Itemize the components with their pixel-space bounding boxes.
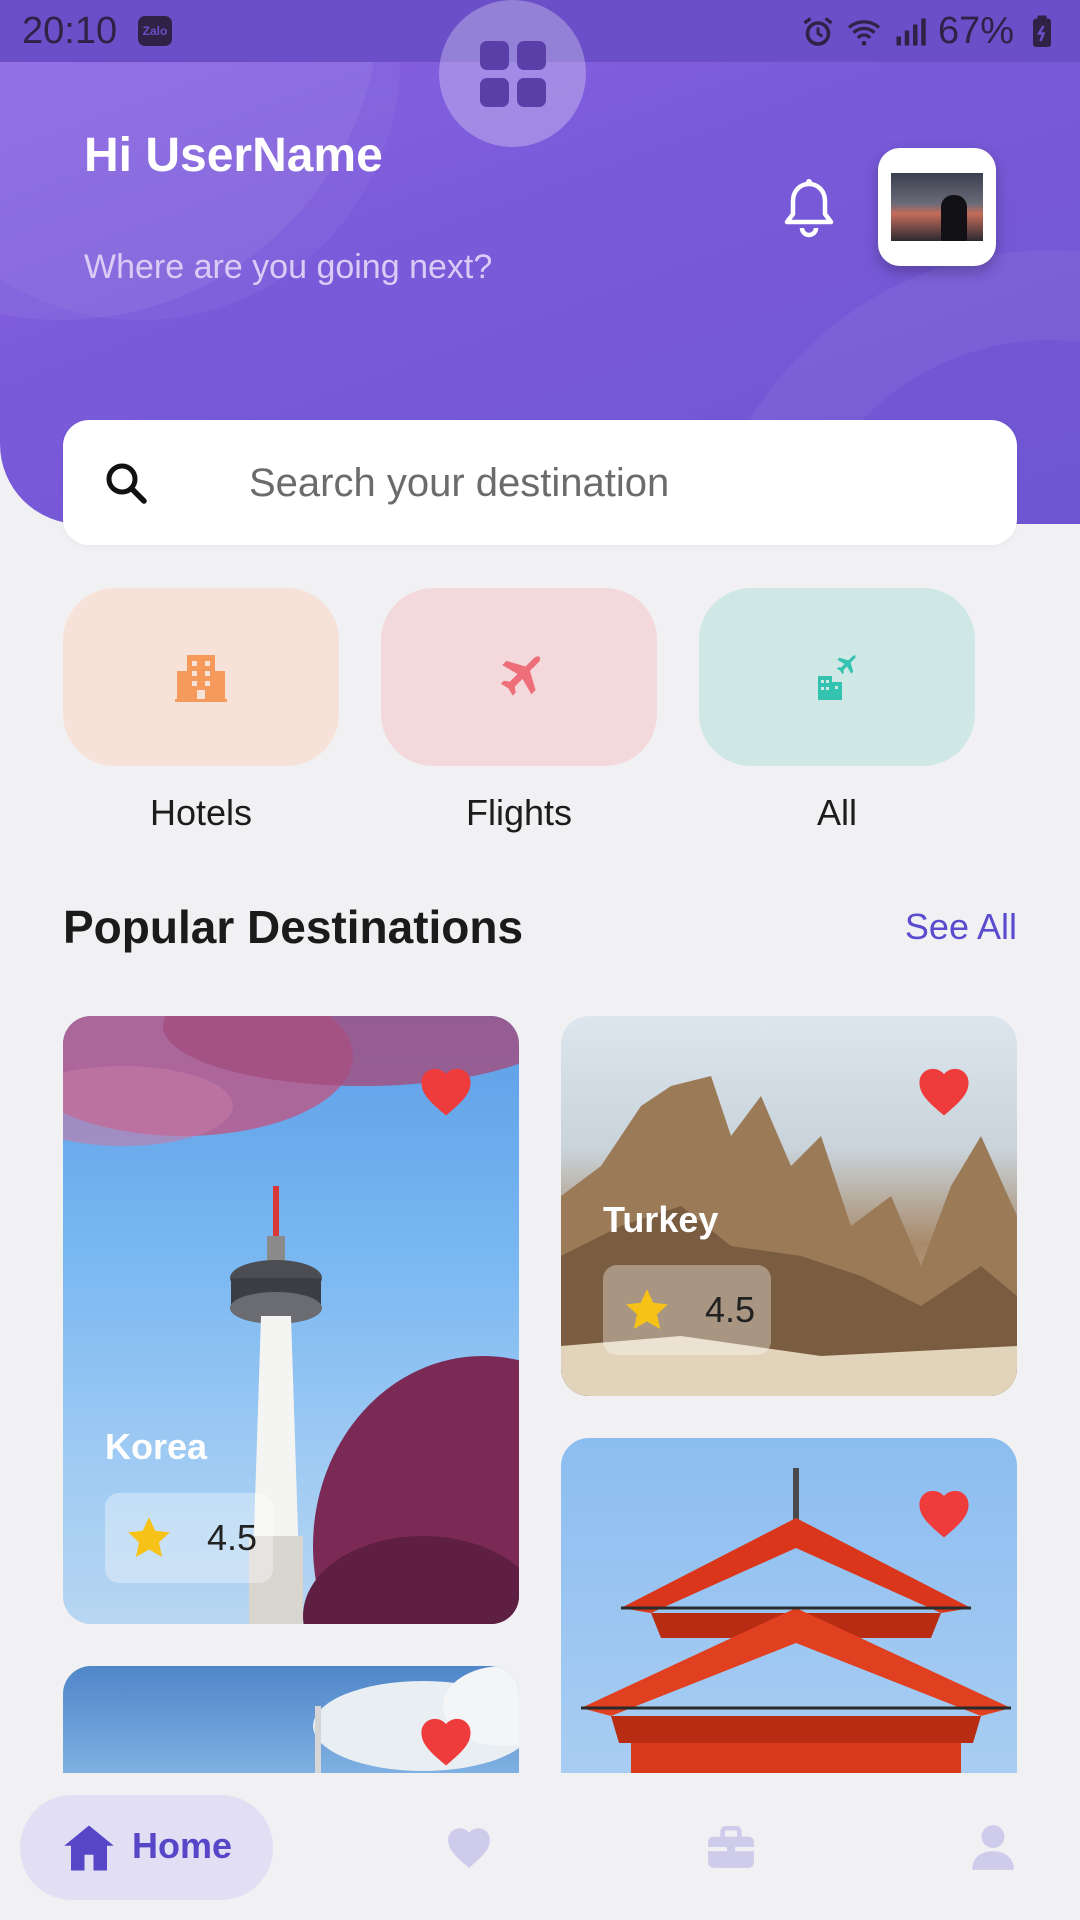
see-all-link[interactable]: See All [905,906,1017,948]
status-time: 20:10 [22,10,118,52]
briefcase-icon[interactable] [706,1823,756,1871]
search-input[interactable] [249,448,989,518]
greeting-subtitle: Where are you going next? [84,248,493,286]
destination-card-korea[interactable]: Korea 4.5 [63,1016,519,1624]
signal-icon [896,18,926,45]
city-flight-icon [818,655,856,700]
alarm-icon [803,16,833,46]
section-title: Popular Destinations [63,901,524,953]
zalo-notification-icon: Zalo [138,16,172,46]
destination-card-turkey[interactable]: Turkey 4.5 [561,1016,1017,1396]
favorite-heart-icon[interactable] [914,1486,974,1540]
nav-home-label: Home [132,1825,233,1866]
battery-percent: 67% [937,10,1014,52]
favorite-heart-icon[interactable] [416,1064,476,1118]
category-all-button[interactable] [699,588,975,766]
star-icon [128,1517,170,1557]
star-icon [626,1289,668,1329]
destination-name: Turkey [603,1199,719,1240]
nav-home-tab[interactable]: Home [20,1795,273,1900]
menu-grid-button[interactable] [439,0,586,147]
destination-card[interactable] [63,1666,519,1773]
heart-icon[interactable] [444,1823,494,1871]
avatar[interactable] [878,148,996,266]
rating-value: 4.5 [207,1517,258,1558]
rating-badge: 4.5 [603,1265,771,1355]
avatar-photo [891,173,983,241]
airplane-icon [500,656,541,696]
destination-card[interactable] [561,1438,1017,1773]
status-icons: 67% [800,10,1060,53]
category-hotels-button[interactable] [63,588,339,766]
favorite-heart-icon[interactable] [914,1064,974,1118]
grid-icon [479,40,546,107]
destination-name: Korea [105,1426,208,1467]
category-flights-label: Flights [465,792,573,833]
search-bar[interactable] [63,420,1017,545]
search-icon [106,463,147,504]
category-flights-button[interactable] [381,588,657,766]
bottom-navigation: Home [0,1773,1080,1920]
greeting-title: Hi UserName [84,129,383,182]
category-hotels-label: Hotels [149,792,253,833]
wifi-icon [847,19,881,46]
favorite-heart-icon[interactable] [416,1714,476,1768]
category-all-label: All [816,792,857,833]
rating-value: 4.5 [705,1289,756,1330]
bell-icon[interactable] [782,178,836,238]
home-icon [64,1825,114,1871]
rating-badge: 4.5 [105,1493,273,1583]
hotel-icon [175,655,227,702]
profile-icon[interactable] [968,1823,1018,1871]
battery-icon [1033,15,1051,47]
